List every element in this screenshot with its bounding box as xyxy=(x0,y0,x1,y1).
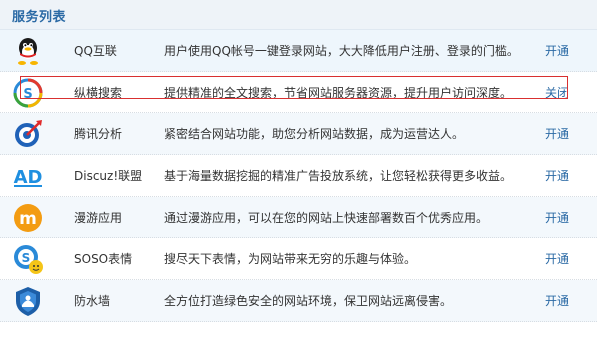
page-title: 服务列表 xyxy=(12,10,67,25)
soso-emoticon-icon: S xyxy=(11,242,45,276)
service-toggle-link[interactable]: 开通 xyxy=(545,250,569,267)
qq-penguin-icon xyxy=(11,34,45,68)
service-toggle-link[interactable]: 开通 xyxy=(545,125,569,142)
service-list-header: 服务列表 xyxy=(0,0,597,30)
service-row-qq-connect: QQ互联 用户使用QQ帐号一键登录网站，大大降低用户注册、登录的门槛。 开通 xyxy=(0,30,597,72)
service-toggle-link[interactable]: 关闭 xyxy=(545,84,569,101)
service-name: SOSO表情 xyxy=(74,252,133,267)
service-description: 全方位打造绿色安全的网站环境，保卫网站远离侵害。 xyxy=(164,294,453,309)
service-row-firewall: 防水墙 全方位打造绿色安全的网站环境，保卫网站远离侵害。 开通 xyxy=(0,280,597,322)
svg-text:S: S xyxy=(22,251,31,265)
service-row-soso-search: S 纵横搜索 提供精准的全文搜索，节省网站服务器资源，提升用户访问深度。 关闭 xyxy=(0,72,597,114)
service-row-tencent-analytics: 腾讯分析 紧密结合网站功能，助您分析网站数据，成为运营达人。 开通 xyxy=(0,113,597,156)
service-description: 紧密结合网站功能，助您分析网站数据，成为运营达人。 xyxy=(164,127,465,142)
service-toggle-link[interactable]: 开通 xyxy=(545,292,569,309)
service-name: 漫游应用 xyxy=(74,210,123,225)
service-name: 防水墙 xyxy=(74,294,111,309)
service-name: 纵横搜索 xyxy=(74,85,123,100)
soso-search-icon: S xyxy=(11,76,45,110)
service-row-soso-emoticons: S SOSO表情 搜尽天下表情，为网站带来无穷的乐趣与体验。 开通 xyxy=(0,238,597,281)
service-toggle-link[interactable]: 开通 xyxy=(545,209,569,226)
service-description: 用户使用QQ帐号一键登录网站，大大降低用户注册、登录的门槛。 xyxy=(164,44,519,58)
service-toggle-link[interactable]: 开通 xyxy=(545,167,569,184)
svg-text:m: m xyxy=(19,209,37,229)
service-list: QQ互联 用户使用QQ帐号一键登录网站，大大降低用户注册、登录的门槛。 开通 S… xyxy=(0,30,597,322)
svg-text:AD: AD xyxy=(14,167,43,188)
service-row-discuz-union: AD Discuz!联盟 基于海量数据挖掘的精准广告投放系统，让您轻松获得更多收… xyxy=(0,155,597,197)
service-description: 基于海量数据挖掘的精准广告投放系统，让您轻松获得更多收益。 xyxy=(164,169,513,184)
manyou-m-icon: m xyxy=(11,201,45,235)
service-row-manyou-apps: m 漫游应用 通过漫游应用，可以在您的网站上快速部署数百个优秀应用。 开通 xyxy=(0,196,597,239)
service-toggle-link[interactable]: 开通 xyxy=(545,42,569,59)
analytics-target-icon xyxy=(11,117,45,151)
service-description: 通过漫游应用，可以在您的网站上快速部署数百个优秀应用。 xyxy=(164,210,489,225)
firewall-shield-icon xyxy=(11,284,45,318)
service-name: QQ互联 xyxy=(74,44,117,58)
ad-logo-icon: AD xyxy=(11,159,45,193)
service-description: 搜尽天下表情，为网站带来无穷的乐趣与体验。 xyxy=(164,252,417,267)
service-name: 腾讯分析 xyxy=(74,127,123,142)
service-description: 提供精准的全文搜索，节省网站服务器资源，提升用户访问深度。 xyxy=(164,85,513,100)
service-name: Discuz!联盟 xyxy=(74,169,143,184)
svg-text:S: S xyxy=(23,87,32,102)
